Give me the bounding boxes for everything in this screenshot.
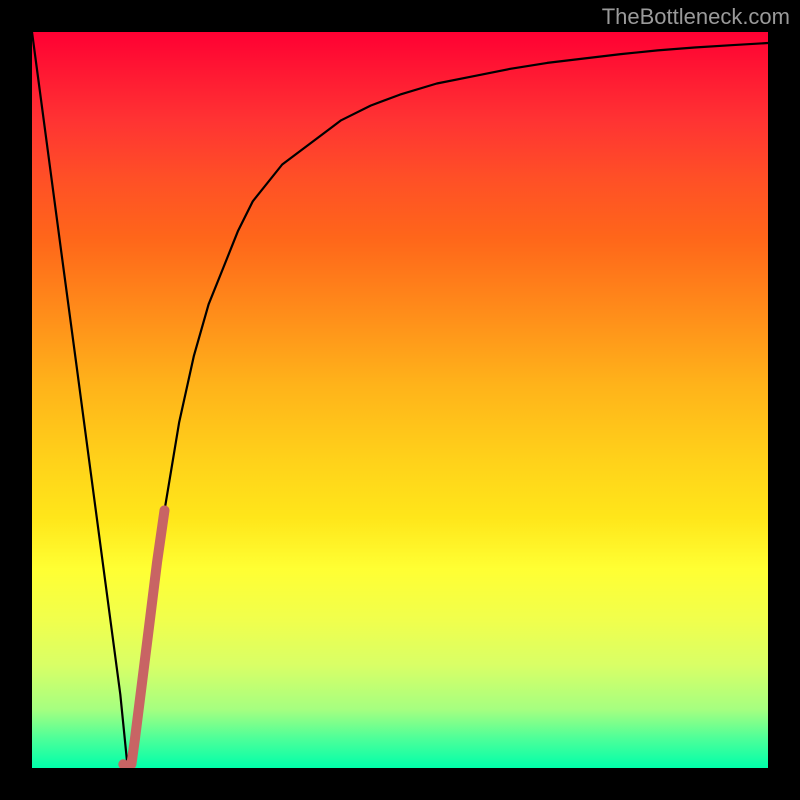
curve-layer [32, 32, 768, 768]
plot-area [32, 32, 768, 768]
watermark-text: TheBottleneck.com [602, 4, 790, 30]
chart-frame: TheBottleneck.com [0, 0, 800, 800]
accent-segment [123, 510, 164, 766]
